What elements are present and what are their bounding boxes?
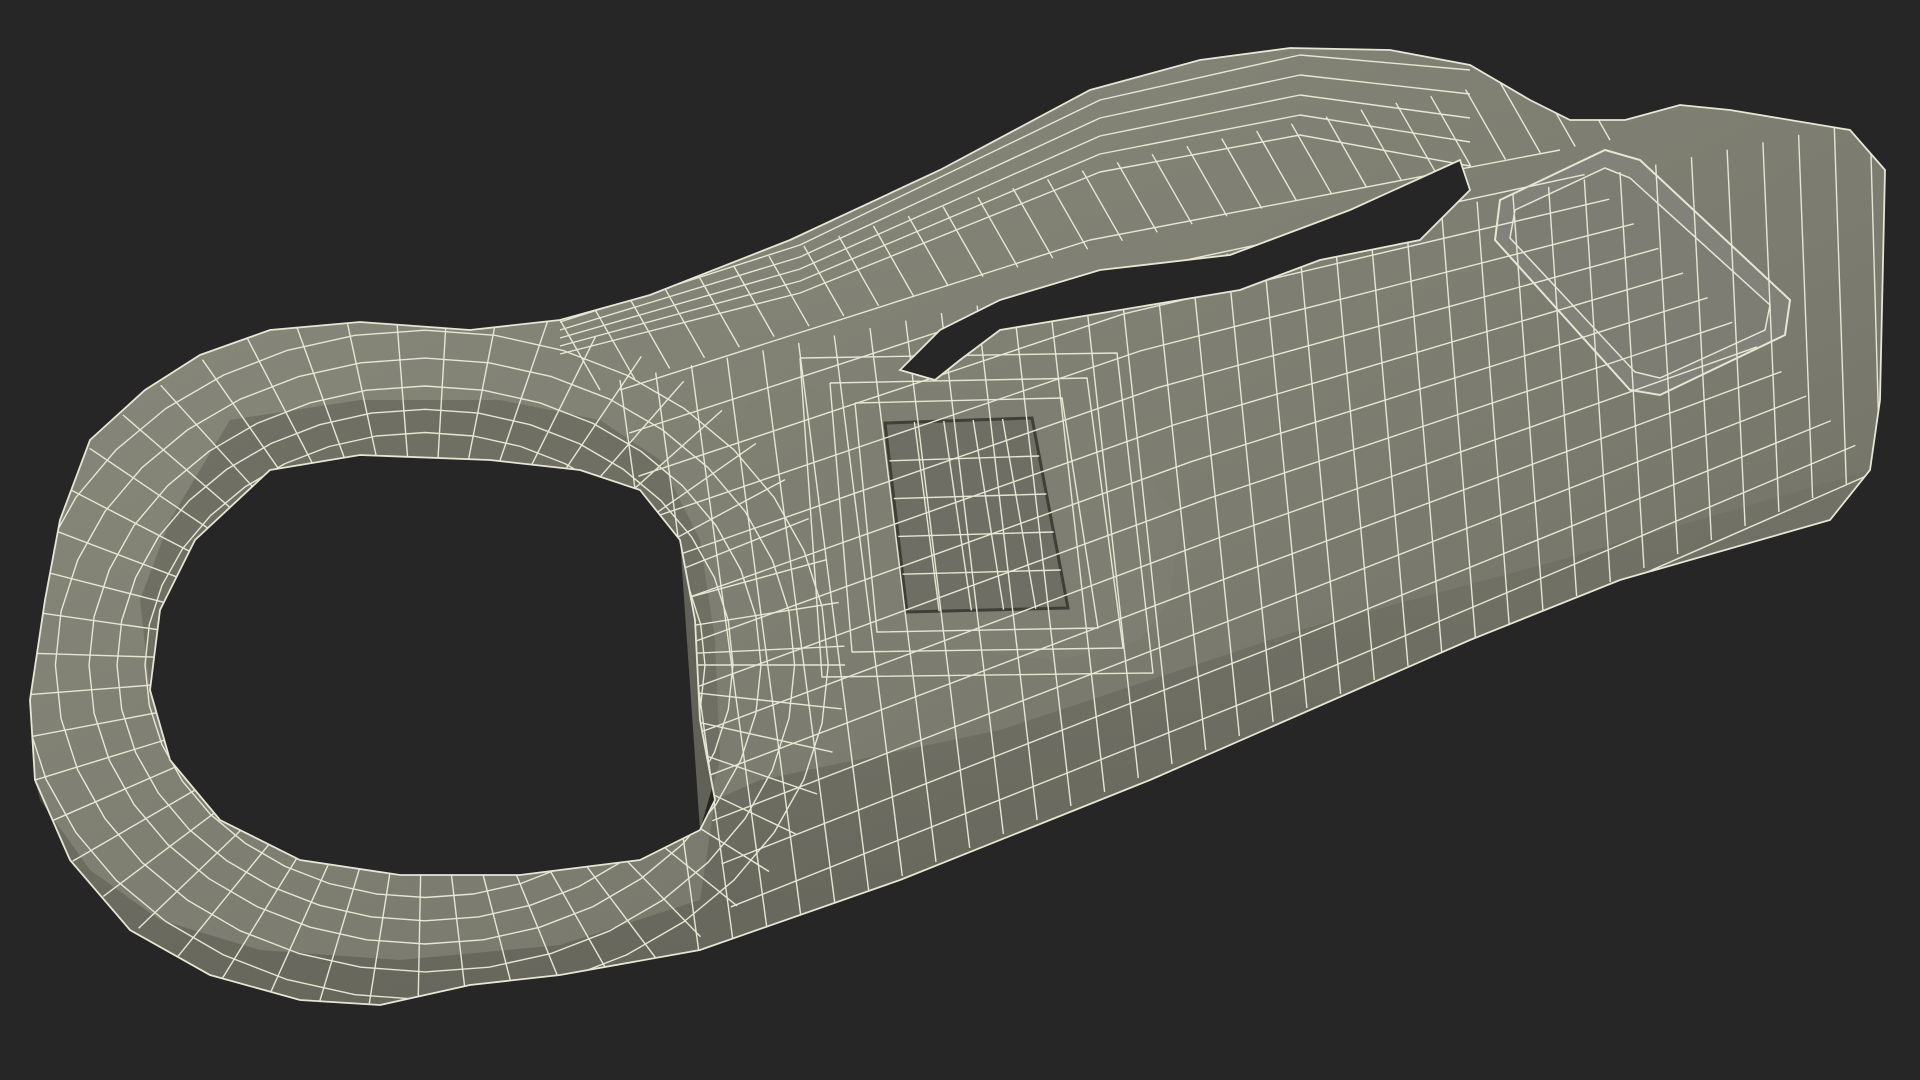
render-viewport: [0, 0, 1920, 1080]
ring-inner-bevel: [140, 400, 720, 830]
wireframe-model: [29, 47, 1886, 1006]
